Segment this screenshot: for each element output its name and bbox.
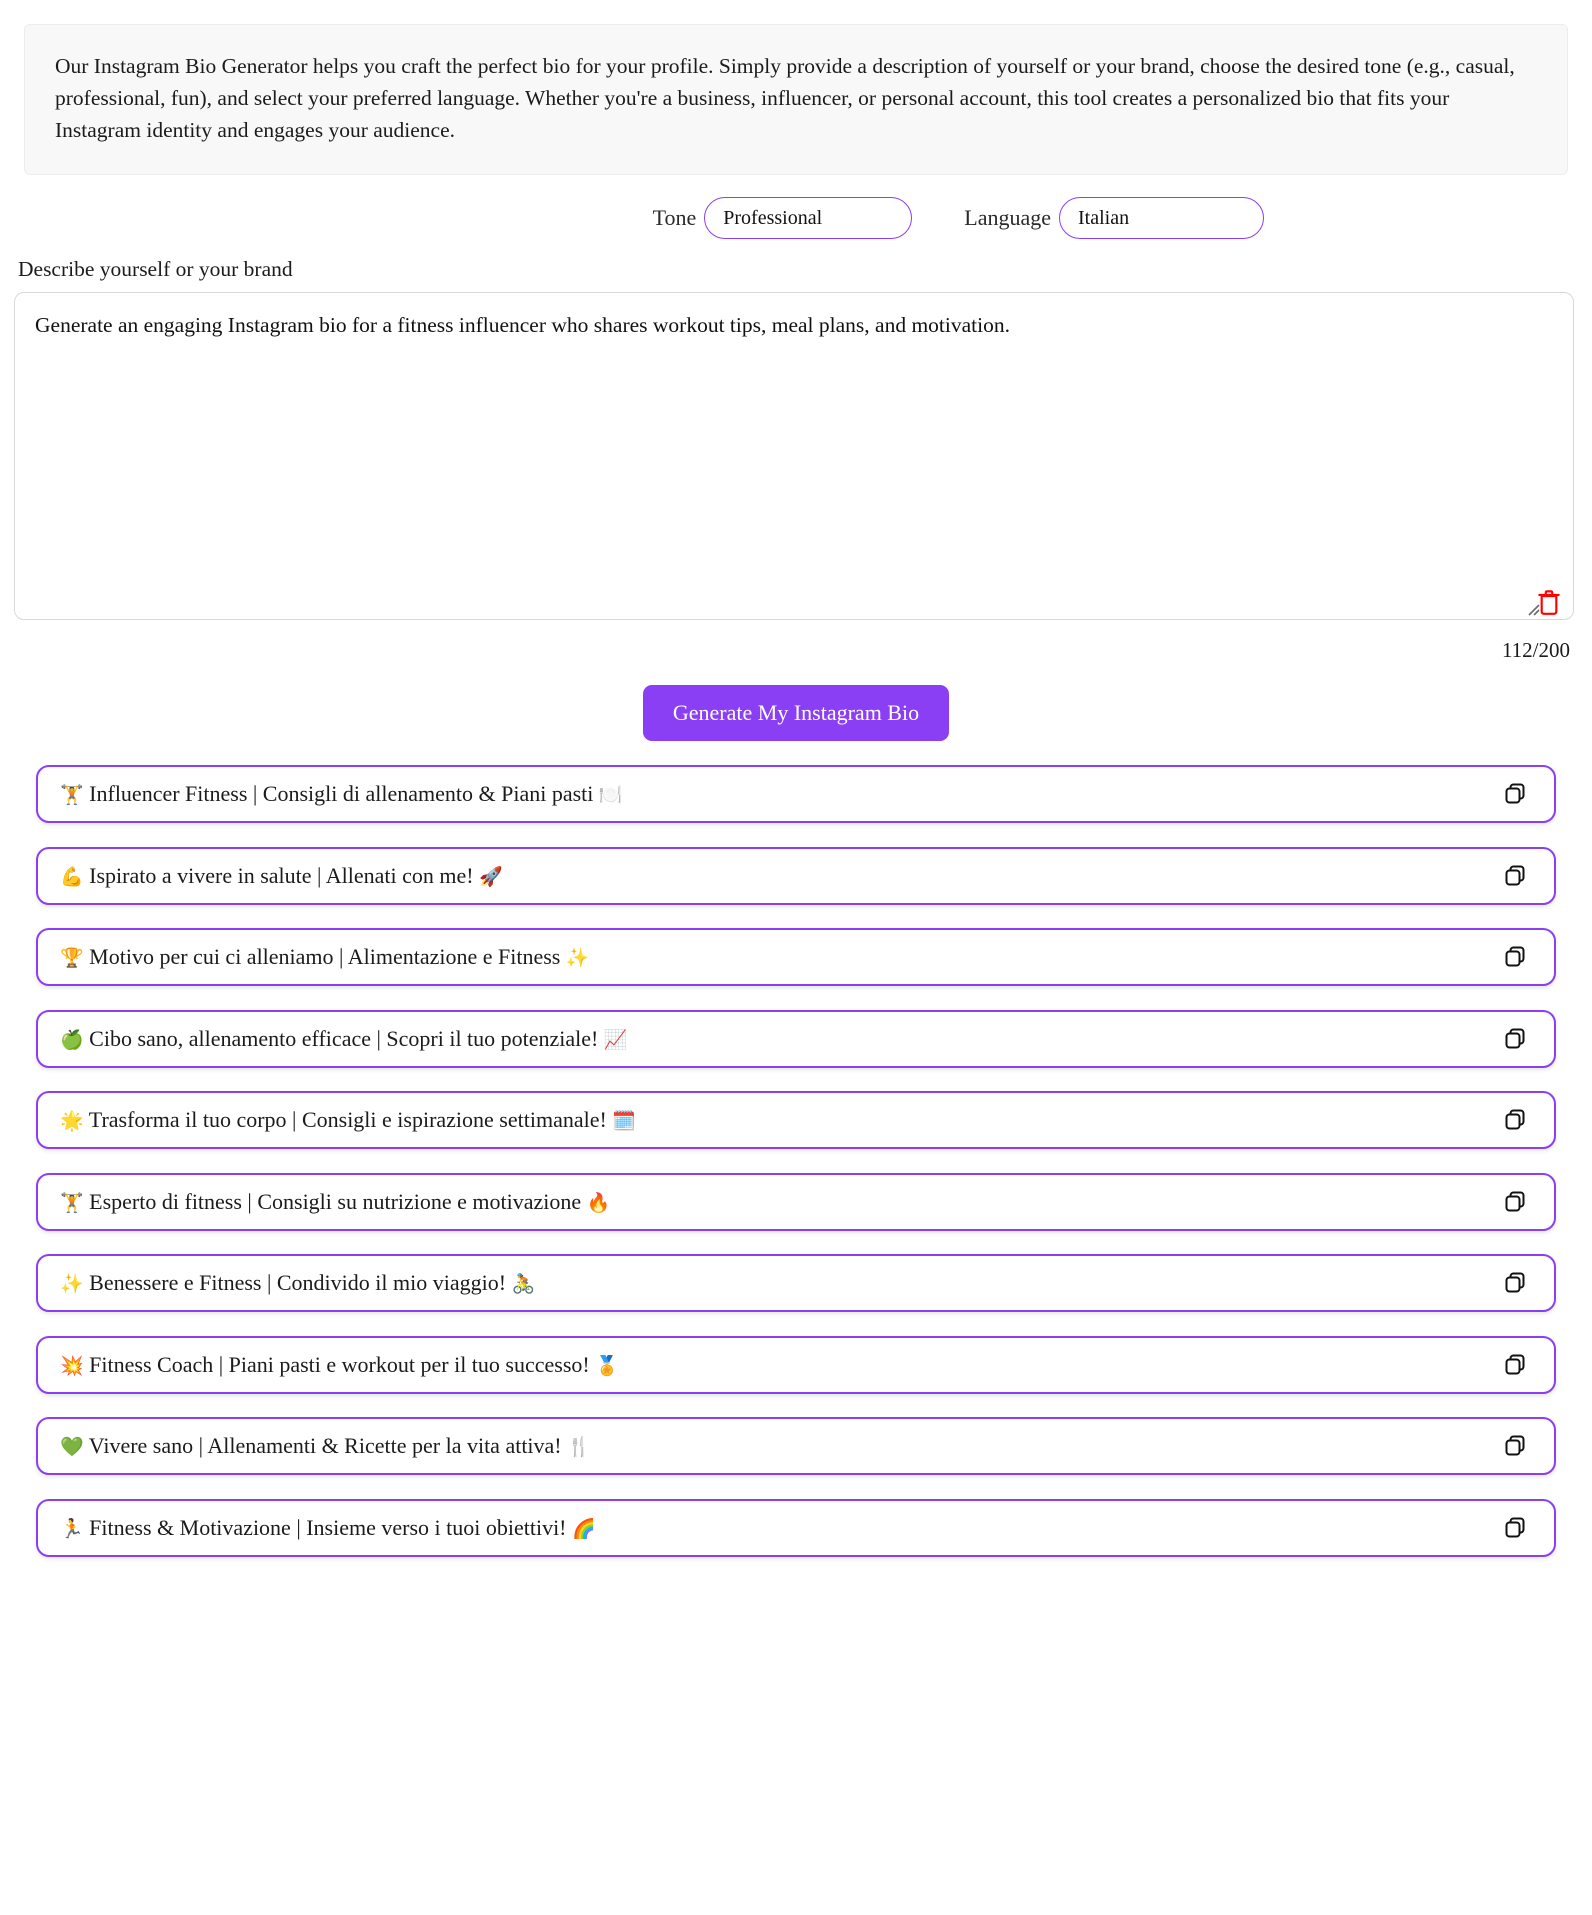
- bio-result-row[interactable]: 🍏 Cibo sano, allenamento efficace | Scop…: [36, 1009, 1556, 1068]
- bio-emoji: 🍏: [60, 1028, 84, 1051]
- copy-bio-button[interactable]: [1498, 1511, 1532, 1545]
- copy-icon: [1505, 1109, 1525, 1130]
- bio-emoji: 💥: [60, 1354, 84, 1377]
- clear-prompt-button[interactable]: [1532, 586, 1566, 620]
- character-counter: 112/200: [1501, 638, 1570, 663]
- bio-result-text: 💚 Vivere sano | Allenamenti & Ricette pe…: [60, 1433, 591, 1459]
- copy-icon: [1505, 1435, 1525, 1456]
- copy-bio-button[interactable]: [1498, 777, 1532, 811]
- generate-row: Generate My Instagram Bio: [0, 685, 1592, 742]
- copy-bio-button[interactable]: [1498, 940, 1532, 974]
- bio-result-text: 🌟 Trasforma il tuo corpo | Consigli e is…: [60, 1107, 636, 1133]
- bio-emoji: 🏆: [60, 947, 84, 970]
- copy-icon: [1505, 1354, 1525, 1375]
- tone-label: Tone: [652, 205, 697, 231]
- bio-result-row[interactable]: 🏋️ Esperto di fitness | Consigli su nutr…: [36, 1172, 1556, 1231]
- bio-result-row[interactable]: 🏃 Fitness & Motivazione | Insieme verso …: [36, 1498, 1556, 1557]
- bio-result-text: 💥 Fitness Coach | Piani pasti e workout …: [60, 1351, 619, 1377]
- bio-emoji: 🌟: [60, 1110, 84, 1133]
- prompt-label: Describe yourself or your brand: [18, 257, 293, 282]
- trash-icon: [1538, 590, 1560, 616]
- copy-icon: [1505, 1272, 1525, 1293]
- bio-result-text: 🏃 Fitness & Motivazione | Insieme verso …: [60, 1514, 596, 1540]
- language-selector: Language Italian: [964, 197, 1264, 240]
- bio-emoji: 🔥: [586, 1191, 611, 1214]
- bio-emoji: 🏋️: [60, 784, 84, 807]
- copy-bio-button[interactable]: [1498, 1348, 1532, 1382]
- bio-result-text: 🏋️ Esperto di fitness | Consigli su nutr…: [60, 1188, 611, 1214]
- copy-icon: [1505, 783, 1525, 804]
- copy-icon: [1505, 1028, 1525, 1049]
- bio-emoji: 🍴: [567, 1436, 591, 1459]
- prompt-input[interactable]: [14, 292, 1574, 621]
- bio-result-text: 🏋️ Influencer Fitness | Consigli di alle…: [60, 781, 623, 807]
- options-row: Tone Professional Language Italian: [0, 197, 1564, 240]
- bio-result-row[interactable]: 🌟 Trasforma il tuo corpo | Consigli e is…: [36, 1091, 1556, 1150]
- copy-bio-button[interactable]: [1498, 1022, 1532, 1056]
- bio-emoji: ✨: [60, 1273, 84, 1296]
- bio-result-row[interactable]: 💚 Vivere sano | Allenamenti & Ricette pe…: [36, 1417, 1556, 1476]
- language-label: Language: [964, 205, 1051, 231]
- copy-bio-button[interactable]: [1498, 1266, 1532, 1300]
- prompt-field-wrapper: [14, 292, 1574, 626]
- bio-emoji: 🍽️: [598, 784, 623, 807]
- language-dropdown[interactable]: Italian: [1059, 197, 1264, 240]
- copy-bio-button[interactable]: [1498, 1429, 1532, 1463]
- copy-icon: [1505, 946, 1525, 967]
- bio-emoji: ✨: [565, 947, 590, 970]
- copy-icon: [1505, 1191, 1525, 1212]
- bio-result-text: 🏆 Motivo per cui ci alleniamo | Alimenta…: [60, 944, 590, 970]
- copy-bio-button[interactable]: [1498, 1103, 1532, 1137]
- bio-result-row[interactable]: 💥 Fitness Coach | Piani pasti e workout …: [36, 1335, 1556, 1394]
- tone-value: Professional: [723, 206, 823, 229]
- bio-result-text: ✨ Benessere e Fitness | Condivido il mio…: [60, 1270, 536, 1296]
- bio-emoji: 💚: [60, 1436, 84, 1459]
- bio-emoji: 🚴: [511, 1273, 536, 1296]
- language-value: Italian: [1078, 206, 1130, 229]
- bio-emoji: 🏃: [60, 1517, 84, 1540]
- bio-emoji: 🏅: [595, 1354, 619, 1377]
- intro-description-panel: Our Instagram Bio Generator helps you cr…: [24, 24, 1568, 176]
- copy-icon: [1505, 1517, 1525, 1538]
- bio-result-row[interactable]: 🏆 Motivo per cui ci alleniamo | Alimenta…: [36, 928, 1556, 987]
- bio-emoji: 💪: [60, 865, 84, 888]
- generate-bio-button[interactable]: Generate My Instagram Bio: [642, 685, 950, 742]
- bio-emoji: 🏋️: [60, 1191, 84, 1214]
- intro-description-text: Our Instagram Bio Generator helps you cr…: [55, 54, 1515, 142]
- bio-result-text: 🍏 Cibo sano, allenamento efficace | Scop…: [60, 1025, 628, 1051]
- bio-emoji: 📈: [603, 1028, 628, 1051]
- tone-dropdown[interactable]: Professional: [704, 197, 913, 240]
- generated-bio-list: 🏋️ Influencer Fitness | Consigli di alle…: [36, 765, 1556, 1557]
- instagram-bio-generator-page: Our Instagram Bio Generator helps you cr…: [0, 24, 1592, 1915]
- bio-result-row[interactable]: ✨ Benessere e Fitness | Condivido il mio…: [36, 1254, 1556, 1313]
- bio-result-row[interactable]: 💪 Ispirato a vivere in salute | Allenati…: [36, 846, 1556, 905]
- copy-icon: [1505, 865, 1525, 886]
- tone-selector: Tone Professional: [652, 197, 913, 240]
- bio-result-row[interactable]: 🏋️ Influencer Fitness | Consigli di alle…: [36, 765, 1556, 824]
- copy-bio-button[interactable]: [1498, 1185, 1532, 1219]
- bio-emoji: 🗓️: [612, 1110, 636, 1133]
- bio-result-text: 💪 Ispirato a vivere in salute | Allenati…: [60, 862, 503, 888]
- bio-emoji: 🚀: [479, 865, 503, 888]
- bio-emoji: 🌈: [572, 1517, 596, 1540]
- copy-bio-button[interactable]: [1498, 859, 1532, 893]
